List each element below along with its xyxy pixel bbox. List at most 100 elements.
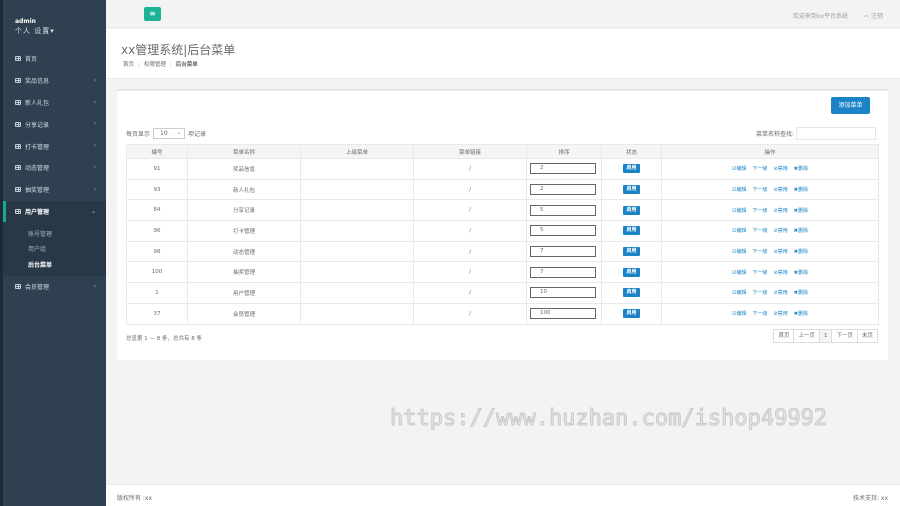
delete-link[interactable]: ✖删除 — [794, 187, 808, 193]
disable-link[interactable]: ⊘禁用 — [774, 290, 788, 296]
next-level-link[interactable]: 下一级 — [753, 208, 768, 214]
chevron-icon: ‹ — [93, 185, 96, 193]
sidebar-item-奖品信息[interactable]: 奖品信息 ‹ — [3, 70, 106, 92]
next-level-link[interactable]: 下一级 — [753, 311, 768, 317]
cell-name: 奖品信息 — [187, 158, 301, 180]
chevron-icon: ‹ — [93, 142, 96, 150]
profile-menu[interactable]: 个人 设置▾ — [15, 26, 106, 36]
column-header: 菜单链接 — [413, 144, 527, 159]
next-level-link[interactable]: 下一级 — [753, 228, 768, 234]
page-prev-button[interactable]: 上一页 — [793, 329, 820, 343]
sidebar-item-抽奖管理[interactable]: 抽奖管理 ‹ — [3, 179, 106, 201]
cell-id: 1 — [126, 282, 188, 304]
order-input[interactable]: 10 — [530, 287, 596, 299]
edit-link[interactable]: ☑编辑 — [732, 166, 746, 172]
status-enable-button[interactable]: 启用 — [623, 226, 640, 236]
sidebar-subitem-用户组[interactable]: 用户组 — [3, 241, 106, 257]
edit-link[interactable]: ☑编辑 — [732, 208, 746, 214]
chevron-icon: ‹ — [93, 120, 96, 128]
sidebar-item-会员管理[interactable]: 会员管理 ‹ — [3, 276, 106, 298]
breadcrumb-permissions[interactable]: 权限管理 — [144, 62, 166, 68]
sidebar-item-打卡管理[interactable]: 打卡管理 ‹ — [3, 135, 106, 157]
sidebar-item-label: 分享记录 — [25, 121, 50, 129]
disable-link[interactable]: ⊘禁用 — [774, 228, 788, 234]
sidebar-subitem-账号管理[interactable]: 账号管理 — [3, 225, 106, 241]
status-enable-button[interactable]: 启用 — [623, 205, 640, 215]
sidebar-item-首页[interactable]: 首页 — [3, 48, 106, 70]
status-enable-button[interactable]: 启用 — [623, 247, 640, 257]
next-level-link[interactable]: 下一级 — [753, 166, 768, 172]
sidebar-item-分享记录[interactable]: 分享记录 ‹ — [3, 113, 106, 135]
chevron-down-icon: ⌄ — [176, 130, 182, 136]
page-first-button[interactable]: 首页 — [773, 329, 795, 343]
cell-order: 5 — [526, 199, 602, 222]
delete-link[interactable]: ✖删除 — [794, 166, 808, 172]
sidebar-subitem-后台菜单[interactable]: 后台菜单 — [3, 256, 106, 272]
table-info: 总显第 1 — 8 条，总共有 8 条 — [126, 336, 202, 342]
order-input[interactable]: 5 — [530, 204, 596, 216]
delete-link[interactable]: ✖删除 — [794, 311, 808, 317]
add-menu-button[interactable]: 添加菜单 — [831, 97, 870, 114]
delete-link[interactable]: ✖删除 — [794, 228, 808, 234]
status-enable-button[interactable]: 启用 — [623, 288, 640, 298]
delete-link[interactable]: ✖删除 — [794, 290, 808, 296]
disable-link[interactable]: ⊘禁用 — [774, 208, 788, 214]
page-number-button[interactable]: 1 — [818, 329, 833, 343]
next-level-link[interactable]: 下一级 — [753, 187, 768, 193]
edit-link[interactable]: ☑编辑 — [732, 187, 746, 193]
order-input[interactable]: 5 — [530, 225, 596, 237]
delete-link[interactable]: ✖删除 — [794, 270, 808, 276]
delete-link[interactable]: ✖删除 — [794, 249, 808, 255]
disable-link[interactable]: ⊘禁用 — [774, 187, 788, 193]
delete-link[interactable]: ✖删除 — [794, 208, 808, 214]
page-length-value: 10 — [160, 130, 168, 137]
search-input[interactable] — [796, 127, 876, 140]
table-row: 37 会员管理 /100 启用 ☑编辑 下一级 ⊘禁用 ✖删除 — [126, 302, 879, 325]
page-header: xx管理系统|后台菜单 首页 | 权限管理 | 后台菜单 — [106, 29, 900, 79]
order-input[interactable]: 7 — [530, 246, 596, 258]
breadcrumb-home[interactable]: 首页 — [123, 62, 134, 68]
status-enable-button[interactable]: 启用 — [623, 267, 640, 277]
menu-table: 编号 菜单名称 上级菜单 菜单链接 排序 状态 操作 91 奖品信息/2 启用 ☑编辑 下一级 ⊘禁用… — [126, 144, 879, 325]
edit-link[interactable]: ☑编辑 — [732, 290, 746, 296]
table-row: 96 打卡管理 /5 启用 ☑编辑 下一级 ⊘禁用 ✖删除 — [126, 220, 879, 242]
order-input[interactable]: 2 — [530, 163, 596, 175]
top-bar: ≡ 欢迎来到xx平台系统 ⇨ 注销 — [106, 0, 900, 28]
next-level-link[interactable]: 下一级 — [753, 290, 768, 296]
cell-id: 100 — [126, 261, 188, 284]
disable-link[interactable]: ⊘禁用 — [774, 270, 788, 276]
edit-link[interactable]: ☑编辑 — [732, 311, 746, 317]
cell-actions: ☑编辑 下一级 ⊘禁用 ✖删除 — [661, 199, 879, 222]
edit-link[interactable]: ☑编辑 — [732, 228, 746, 234]
status-enable-button[interactable]: 启用 — [623, 164, 640, 174]
menu-toggle-button[interactable]: ≡ — [144, 7, 161, 21]
sidebar-item-动态管理[interactable]: 动态管理 ‹ — [3, 157, 106, 179]
cell-parent — [300, 220, 414, 242]
edit-link[interactable]: ☑编辑 — [732, 249, 746, 255]
order-input[interactable]: 100 — [530, 308, 596, 320]
order-input[interactable]: 2 — [530, 184, 596, 196]
disable-link[interactable]: ⊘禁用 — [774, 311, 788, 317]
next-level-link[interactable]: 下一级 — [753, 249, 768, 255]
status-enable-button[interactable]: 启用 — [623, 309, 640, 319]
page-length-select[interactable]: 10 ⌄ — [153, 128, 186, 139]
edit-link[interactable]: ☑编辑 — [732, 270, 746, 276]
breadcrumb: 首页 | 权限管理 | 后台菜单 — [123, 60, 198, 68]
page-last-button[interactable]: 末页 — [856, 329, 878, 343]
page-next-button[interactable]: 下一页 — [831, 329, 858, 343]
profile-name: admin — [15, 18, 36, 25]
cell-id: 96 — [126, 220, 188, 242]
cell-order: 10 — [526, 282, 602, 304]
copyright-text: 版权所有 :xx — [117, 495, 153, 502]
disable-link[interactable]: ⊘禁用 — [774, 166, 788, 172]
cell-link: / — [413, 240, 527, 263]
cell-actions: ☑编辑 下一级 ⊘禁用 ✖删除 — [661, 158, 879, 180]
cell-status: 启用 — [601, 158, 662, 180]
order-input[interactable]: 7 — [530, 266, 596, 278]
logout-link[interactable]: ⇨ 注销 — [864, 11, 883, 20]
disable-link[interactable]: ⊘禁用 — [774, 249, 788, 255]
next-level-link[interactable]: 下一级 — [753, 270, 768, 276]
sidebar-item-新人礼包[interactable]: 新人礼包 ‹ — [3, 92, 106, 114]
sidebar-item-用户管理[interactable]: 用户管理 ⌄ — [3, 200, 106, 223]
status-enable-button[interactable]: 启用 — [623, 185, 640, 195]
